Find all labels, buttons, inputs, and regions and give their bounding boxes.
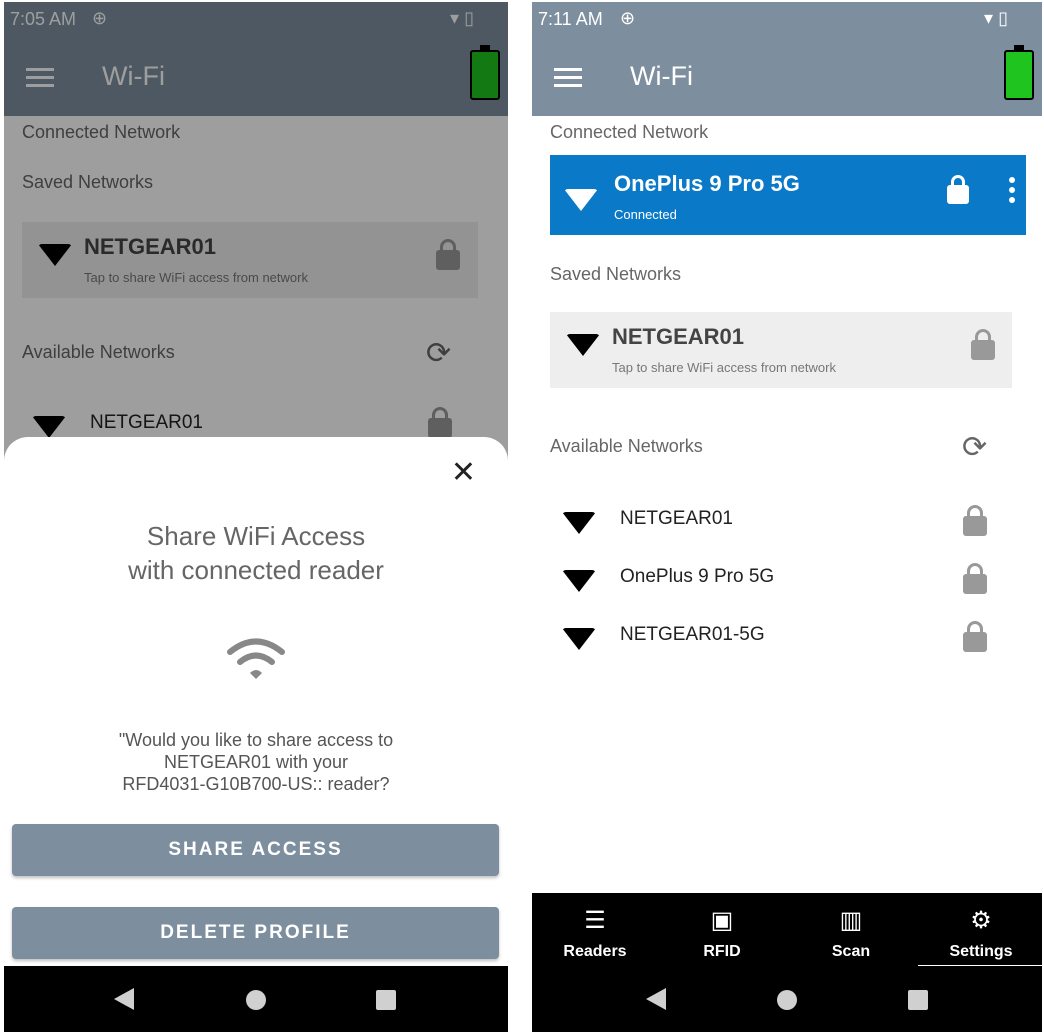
available-network-name: OnePlus 9 Pro 5G xyxy=(620,566,775,587)
lock-icon xyxy=(947,175,969,204)
saved-networks-heading: Saved Networks xyxy=(550,264,682,284)
sheet-title: Share WiFi Access with connected reader xyxy=(4,519,508,587)
connected-network-status: Connected xyxy=(614,207,677,222)
saved-network-card[interactable]: NETGEAR01 Tap to share WiFi access from … xyxy=(550,312,1012,388)
wifi-icon xyxy=(564,189,598,211)
back-icon[interactable] xyxy=(114,988,134,1010)
tab-label: Scan xyxy=(831,943,871,960)
battery-icon xyxy=(1004,45,1034,100)
location-icon: ⊕ xyxy=(620,8,636,28)
list-icon: ☰ xyxy=(584,907,606,934)
saved-network-name: NETGEAR01 xyxy=(612,324,745,349)
sheet-message: "Would you like to share access to NETGE… xyxy=(64,729,448,795)
lock-icon xyxy=(963,621,987,652)
refresh-icon[interactable]: ⟳ xyxy=(962,430,987,465)
more-options-icon[interactable] xyxy=(1009,177,1015,207)
sheet-title-line1: Share WiFi Access xyxy=(146,521,366,551)
available-network-name: NETGEAR01 xyxy=(620,508,733,529)
status-bar: 7:11 AM ⊕ ▾ ▯ xyxy=(532,2,1042,36)
rfid-icon: ▣ xyxy=(710,907,734,934)
delete-profile-button[interactable]: DELETE PROFILE xyxy=(12,907,499,959)
barcode-icon: ▥ xyxy=(839,907,863,934)
android-nav-bar xyxy=(532,966,1042,1032)
left-phone-screen: 7:05 AM ⊕ ▾ ▯ Wi-Fi Connected Network Sa… xyxy=(4,2,508,1032)
saved-network-subtitle: Tap to share WiFi access from network xyxy=(612,360,836,375)
wifi-battery-status-icons: ▾ ▯ xyxy=(984,8,1008,28)
app-bar: Wi-Fi xyxy=(532,36,1042,116)
tab-label: Settings xyxy=(949,943,1013,960)
right-phone-screen: 7:11 AM ⊕ ▾ ▯ Wi-Fi Connected Network On… xyxy=(532,2,1042,1032)
wifi-icon xyxy=(562,512,596,534)
page-title: Wi-Fi xyxy=(630,61,693,91)
sheet-message-line1: "Would you like to share access to xyxy=(118,730,394,750)
lock-icon xyxy=(971,329,995,360)
bottom-tab-bar: ☰ Readers ▣ RFID ▥ Scan ⚙ Settings xyxy=(532,893,1042,968)
android-nav-bar xyxy=(4,966,508,1032)
close-icon[interactable]: ✕ xyxy=(451,455,476,490)
home-icon[interactable] xyxy=(246,990,266,1010)
connected-network-heading: Connected Network xyxy=(550,122,709,142)
gear-icon: ⚙ xyxy=(970,907,992,934)
wifi-icon xyxy=(566,334,600,356)
wifi-icon xyxy=(227,638,285,679)
home-icon[interactable] xyxy=(777,990,797,1010)
wifi-icon xyxy=(562,570,596,592)
recent-apps-icon[interactable] xyxy=(908,990,928,1010)
menu-icon[interactable] xyxy=(554,68,582,88)
share-access-button[interactable]: SHARE ACCESS xyxy=(12,824,499,876)
sheet-title-line2: with connected reader xyxy=(128,555,384,585)
recent-apps-icon[interactable] xyxy=(376,990,396,1010)
status-time: 7:11 AM xyxy=(538,9,603,29)
connected-network-card[interactable]: OnePlus 9 Pro 5G Connected xyxy=(550,155,1026,235)
tab-scan[interactable]: ▥ Scan xyxy=(788,893,914,967)
available-networks-heading: Available Networks xyxy=(550,436,703,456)
sheet-message-line2: NETGEAR01 with your xyxy=(163,752,349,772)
tab-label: RFID xyxy=(703,943,741,960)
tab-readers[interactable]: ☰ Readers xyxy=(532,893,658,967)
available-network-name: NETGEAR01-5G xyxy=(620,624,765,645)
connected-network-name: OnePlus 9 Pro 5G xyxy=(614,171,800,196)
share-wifi-bottom-sheet: ✕ Share WiFi Access with connected reade… xyxy=(4,437,508,967)
sheet-message-line3: RFD4031-G10B700-US:: reader? xyxy=(122,774,390,794)
lock-icon xyxy=(963,563,987,594)
wifi-icon xyxy=(562,628,596,650)
tab-rfid[interactable]: ▣ RFID xyxy=(659,893,785,967)
back-icon[interactable] xyxy=(646,988,666,1010)
lock-icon xyxy=(963,505,987,536)
tab-label: Readers xyxy=(563,943,627,960)
tab-settings[interactable]: ⚙ Settings xyxy=(918,893,1042,967)
